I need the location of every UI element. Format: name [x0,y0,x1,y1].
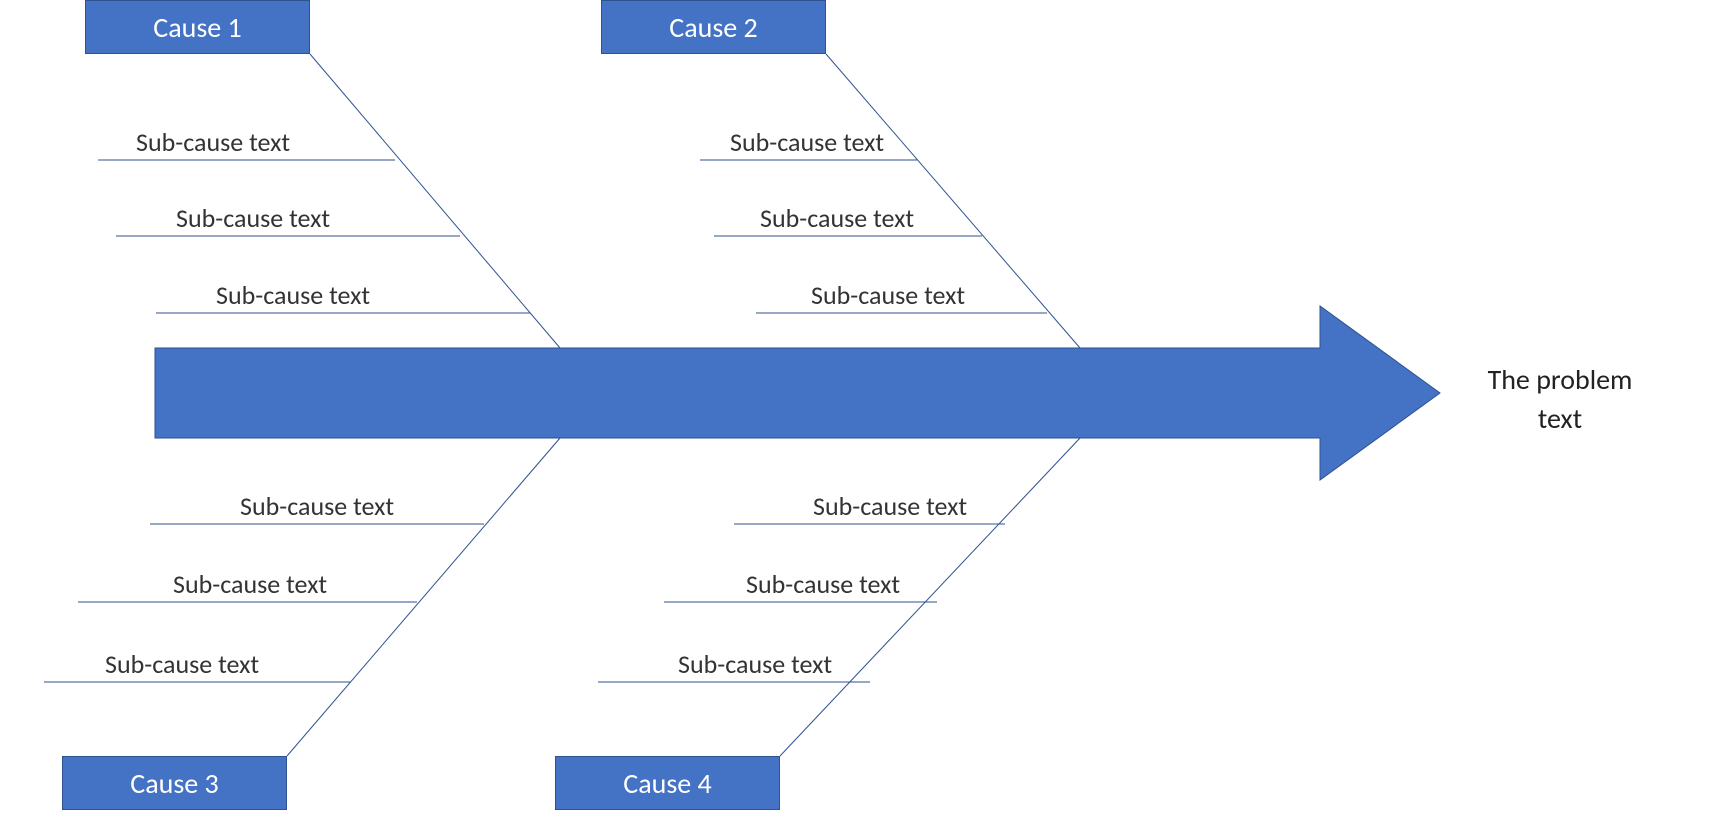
cause-3-subcause-3: Sub-cause text [105,648,259,680]
cause-4-label: Cause 4 [623,766,711,801]
cause-4-subcause-2: Sub-cause text [746,568,900,600]
cause-1-subcause-3: Sub-cause text [216,279,370,311]
cause-box-2: Cause 2 [601,0,826,54]
spine-arrow [155,306,1440,480]
cause-4-subcause-1: Sub-cause text [813,490,967,522]
cause-3-subcause-1: Sub-cause text [240,490,394,522]
cause-2-subcause-3: Sub-cause text [811,279,965,311]
fishbone-diagram: Cause 1 Cause 2 Cause 3 Cause 4 Sub-caus… [0,0,1732,821]
cause-4-subcause-3: Sub-cause text [678,648,832,680]
cause-3-label: Cause 3 [130,766,218,801]
cause-3-subcause-2: Sub-cause text [173,568,327,600]
cause-box-4: Cause 4 [555,756,780,810]
cause-1-subcause-2: Sub-cause text [176,202,330,234]
cause-2-subcause-1: Sub-cause text [730,126,884,158]
cause-box-3: Cause 3 [62,756,287,810]
problem-label: The problemtext [1460,360,1660,438]
cause-2-label: Cause 2 [669,10,757,45]
cause-1-subcause-1: Sub-cause text [136,126,290,158]
cause-1-label: Cause 1 [153,10,241,45]
cause-2-subcause-2: Sub-cause text [760,202,914,234]
cause-box-1: Cause 1 [85,0,310,54]
